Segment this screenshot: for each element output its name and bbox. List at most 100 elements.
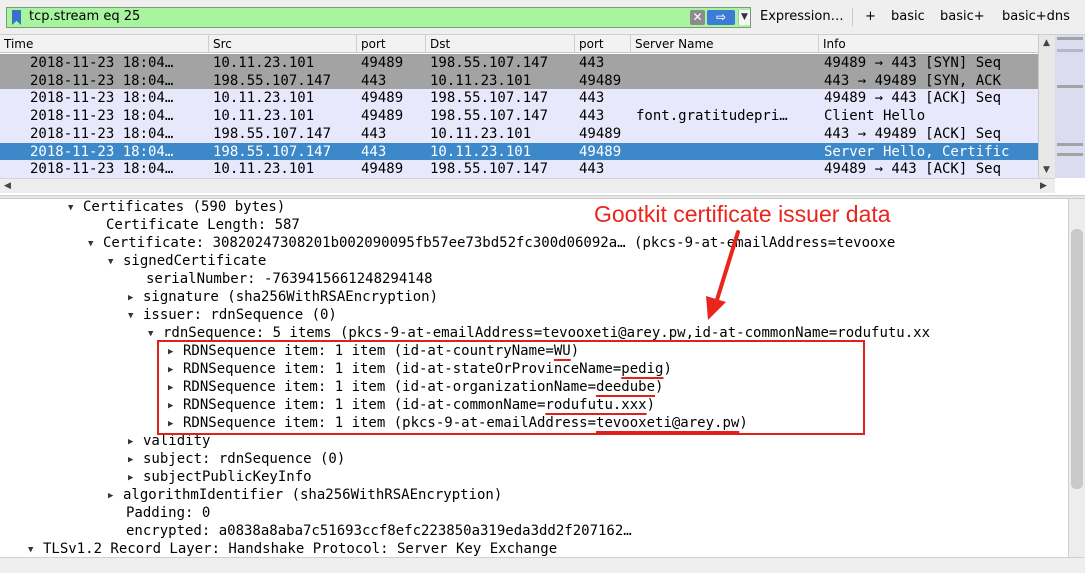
cell-dst: 198.55.107.147 <box>430 108 549 125</box>
filter-history-dropdown-icon[interactable]: ▼ <box>738 10 750 25</box>
cell-time: 2018-11-23 18:04… <box>30 108 174 125</box>
bookmark-icon[interactable] <box>12 10 21 25</box>
cell-src-port: 443 <box>361 125 387 142</box>
cell-info: 49489 → 443 [ACK] Seq <box>824 90 1002 107</box>
collapsed-arrow-icon[interactable]: ▶ <box>128 469 138 487</box>
tree-node[interactable]: ▶ signature (sha256WithRSAEncryption) <box>128 288 438 306</box>
tree-node-label: signedCertificate <box>123 253 267 269</box>
packet-minimap[interactable] <box>1055 35 1085 178</box>
column-header-time[interactable]: Time <box>0 35 209 53</box>
cell-src-port: 49489 <box>361 108 404 125</box>
expanded-arrow-icon[interactable]: ▼ <box>88 235 98 253</box>
tree-node[interactable]: Padding: 0 <box>126 504 210 522</box>
tree-node[interactable]: ▶ subjectPublicKeyInfo <box>128 468 312 486</box>
tree-node[interactable]: ▼ Certificates (590 bytes) <box>68 199 285 216</box>
tree-node-label: rdnSequence: 5 items (pkcs-9-at-emailAdd… <box>163 325 931 341</box>
column-header-info[interactable]: Info <box>819 35 1038 53</box>
cell-info: 49489 → 443 [SYN] Seq <box>824 55 1002 71</box>
add-filter-button[interactable]: + <box>865 9 876 24</box>
cell-src: 10.11.23.101 <box>213 161 315 178</box>
packet-row[interactable]: 2018-11-23 18:04… 10.11.23.101 49489 198.55… <box>0 54 1038 72</box>
column-header-server-name[interactable]: Server Name <box>631 35 819 53</box>
expanded-arrow-icon[interactable]: ▼ <box>68 199 78 217</box>
minimap-mark <box>1057 49 1083 52</box>
cell-server-name: font.gratitudepri… <box>636 108 788 125</box>
tree-node[interactable]: ▼ TLSv1.2 Record Layer: Handshake Protoco… <box>28 540 557 557</box>
packet-list-pane: Time Src port Dst port Server Name Info … <box>0 35 1085 195</box>
cell-info: Server Hello, Certific <box>824 143 1010 160</box>
column-header-dst-port[interactable]: port <box>575 35 631 53</box>
cell-dst-port: 443 <box>579 55 605 71</box>
packet-row[interactable]: 2018-11-23 18:04… 10.11.23.101 49489 198.55… <box>0 107 1038 126</box>
display-filter-toolbar: tcp.stream eq 25 ✕ ⇨ ▼ Expression… + bas… <box>0 0 1085 35</box>
column-header-src-port[interactable]: port <box>357 35 426 53</box>
annotation-highlight-box <box>157 340 865 435</box>
cell-info: 443 → 49489 [ACK] Seq <box>824 125 1002 142</box>
scroll-right-icon[interactable]: ▶ <box>1040 181 1047 191</box>
details-scroll-thumb[interactable] <box>1071 229 1083 489</box>
cell-time: 2018-11-23 18:04… <box>30 72 174 89</box>
clear-filter-icon[interactable]: ✕ <box>690 10 705 25</box>
tree-node[interactable]: encrypted: a0838a8aba7c51693ccf8efc22385… <box>126 522 632 540</box>
collapsed-arrow-icon[interactable]: ▶ <box>128 451 138 469</box>
cell-server-name <box>636 89 820 107</box>
filter-button-basic[interactable]: basic <box>891 9 925 24</box>
tree-node[interactable]: ▶ algorithmIdentifier (sha256WithRSAEncry… <box>108 486 502 504</box>
cell-dst-port: 49489 <box>579 143 622 160</box>
cell-dst: 198.55.107.147 <box>430 55 549 71</box>
column-header-src[interactable]: Src <box>209 35 357 53</box>
collapsed-arrow-icon[interactable]: ▶ <box>128 289 138 307</box>
cell-dst-port: 443 <box>579 108 605 125</box>
cell-dst: 10.11.23.101 <box>430 143 532 160</box>
packet-list-vertical-scrollbar[interactable]: ▲ ▼ <box>1038 35 1055 178</box>
filter-text[interactable]: tcp.stream eq 25 <box>29 9 140 24</box>
packet-row[interactable]: 2018-11-23 18:04… 198.55.107.147 443 10.11.… <box>0 142 1038 161</box>
tree-node-label: TLSv1.2 Record Layer: Handshake Protocol… <box>43 541 558 557</box>
cell-time: 2018-11-23 18:04… <box>30 161 174 178</box>
expanded-arrow-icon[interactable]: ▼ <box>108 253 118 271</box>
cell-src-port: 49489 <box>361 90 404 107</box>
packet-row[interactable]: 2018-11-23 18:04… 198.55.107.147 443 10.11.… <box>0 71 1038 90</box>
apply-filter-icon[interactable]: ⇨ <box>707 10 735 25</box>
packet-row[interactable]: 2018-11-23 18:04… 198.55.107.147 443 10.11.… <box>0 124 1038 143</box>
column-header-dst[interactable]: Dst <box>426 35 575 53</box>
tree-node[interactable]: Certificate Length: 587 <box>106 216 300 234</box>
tree-node[interactable]: serialNumber: -7639415661248294148 <box>146 270 433 288</box>
packet-row[interactable]: 2018-11-23 18:04… 10.11.23.101 49489 198.55… <box>0 89 1038 108</box>
collapsed-arrow-icon[interactable]: ▶ <box>108 487 118 505</box>
minimap-mark <box>1057 85 1083 88</box>
filter-button-basic-dns[interactable]: basic+dns <box>1002 9 1070 24</box>
tree-node[interactable]: ▼ signedCertificate <box>108 252 266 270</box>
expanded-arrow-icon[interactable]: ▼ <box>28 541 38 557</box>
tree-node[interactable]: ▼ Certificate: 30820247308201b002090095fb… <box>88 234 895 252</box>
cell-time: 2018-11-23 18:04… <box>30 143 174 160</box>
cell-info: 49489 → 443 [ACK] Seq <box>824 161 1002 178</box>
minimap-mark <box>1057 153 1083 156</box>
toolbar-separator <box>852 8 853 26</box>
expanded-arrow-icon[interactable]: ▼ <box>128 307 138 325</box>
cell-server-name <box>636 160 820 178</box>
scroll-down-icon[interactable]: ▼ <box>1043 165 1050 175</box>
tree-node-label: serialNumber: -7639415661248294148 <box>146 271 433 287</box>
cell-info: Client Hello <box>824 108 926 125</box>
scroll-up-icon[interactable]: ▲ <box>1043 38 1050 48</box>
display-filter-input[interactable]: tcp.stream eq 25 ✕ ⇨ ▼ <box>6 7 751 28</box>
cell-dst-port: 49489 <box>579 72 622 89</box>
collapsed-arrow-icon[interactable]: ▶ <box>128 433 138 451</box>
filter-button-basic-plus[interactable]: basic+ <box>940 9 985 24</box>
cell-src-port: 443 <box>361 72 387 89</box>
cell-dst: 10.11.23.101 <box>430 125 532 142</box>
cell-dst: 198.55.107.147 <box>430 90 549 107</box>
cell-time: 2018-11-23 18:04… <box>30 55 174 71</box>
minimap-mark <box>1057 37 1083 40</box>
cell-src: 198.55.107.147 <box>213 72 332 89</box>
packet-row[interactable]: 2018-11-23 18:04… 10.11.23.101 49489 198.55… <box>0 160 1038 179</box>
cell-src-port: 49489 <box>361 55 404 71</box>
cell-src: 198.55.107.147 <box>213 125 332 142</box>
tree-node[interactable]: ▼ issuer: rdnSequence (0) <box>128 306 337 324</box>
expression-button[interactable]: Expression… <box>760 9 844 24</box>
details-vertical-scrollbar[interactable] <box>1068 199 1085 557</box>
packet-list-horizontal-scrollbar[interactable]: ◀ ▶ <box>0 178 1055 193</box>
tree-node[interactable]: ▶ subject: rdnSequence (0) <box>128 450 345 468</box>
scroll-left-icon[interactable]: ◀ <box>4 181 11 191</box>
